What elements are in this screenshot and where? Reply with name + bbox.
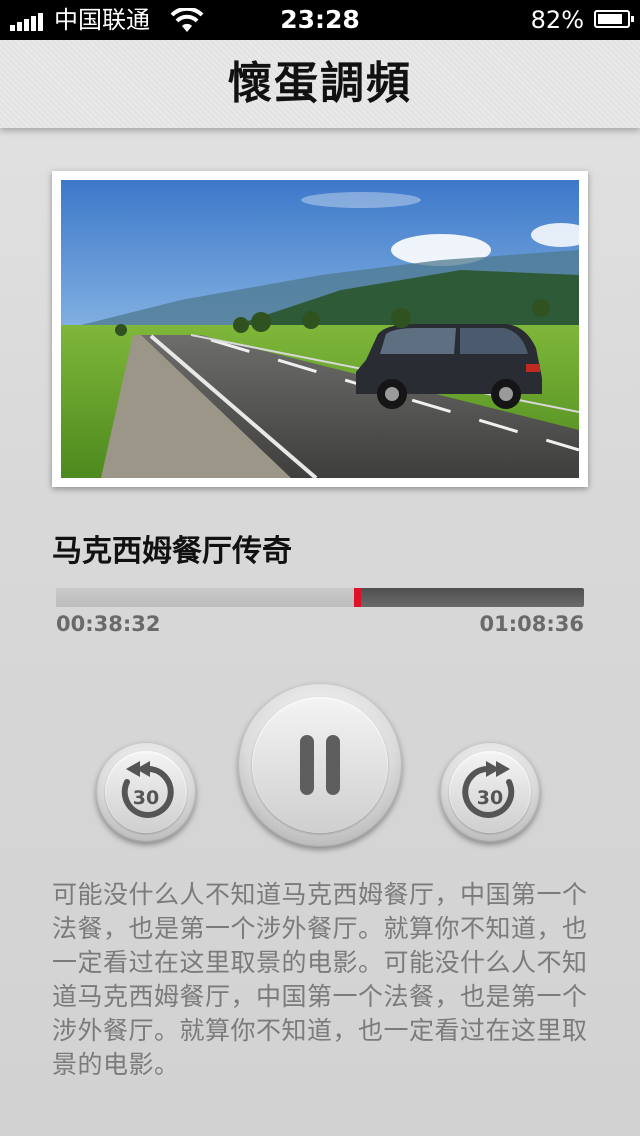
progress-played (56, 588, 357, 607)
svg-text:30: 30 (477, 787, 503, 809)
rewind-30-button[interactable]: 30 (96, 742, 196, 842)
cover-photo (61, 180, 579, 478)
app-logo: 懷蛋調頻 (228, 58, 412, 109)
episode-description: 可能没什么人不知道马克西姆餐厅，中国第一个法餐，也是第一个涉外餐厅。就算你不知道… (52, 880, 588, 1079)
total-time: 01:08:36 (479, 612, 584, 636)
forward-30-icon: 30 (462, 761, 515, 818)
cover-photo-frame (52, 171, 588, 487)
player-screen: 中国联通 23:28 82% 懷蛋調頻 马克西姆餐厅传奇 00:38:32 01… (0, 0, 640, 1136)
pause-button[interactable] (238, 683, 402, 847)
svg-text:30: 30 (133, 787, 159, 809)
rewind-30-icon: 30 (121, 761, 174, 818)
nav-bar: 懷蛋調頻 (0, 40, 640, 128)
status-bar: 中国联通 23:28 82% (0, 0, 640, 40)
forward-30-button[interactable]: 30 (440, 742, 540, 842)
episode-title: 马克西姆餐厅传奇 (52, 534, 292, 569)
progress-handle[interactable] (354, 588, 361, 607)
progress-slider[interactable] (56, 588, 584, 607)
battery-icon (594, 10, 634, 28)
pause-icon (300, 735, 340, 795)
battery-percent: 82% (530, 6, 584, 34)
elapsed-time: 00:38:32 (56, 612, 161, 636)
